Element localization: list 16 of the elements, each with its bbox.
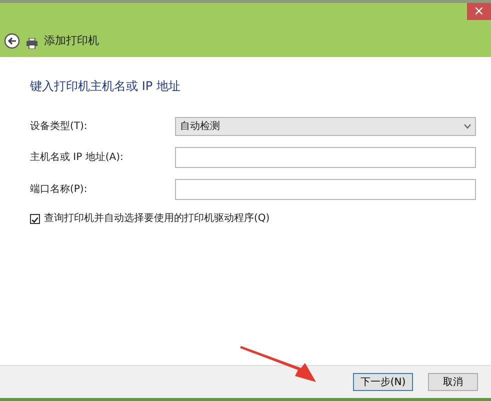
chevron-icon <box>464 124 471 129</box>
input-field[interactable] <box>175 179 476 200</box>
checkbox[interactable] <box>30 214 40 224</box>
dropdown[interactable]: 自动检测 <box>175 117 476 136</box>
printer-icon <box>26 38 38 49</box>
field-label: 端口名称(P): <box>30 182 88 197</box>
page-heading: 键入打印机主机名或 IP 地址 <box>30 78 182 95</box>
close-button[interactable]: × <box>467 3 491 20</box>
input-field[interactable] <box>175 147 476 168</box>
cancel-button[interactable]: 取消 <box>428 373 478 391</box>
next-button[interactable]: 下一步(N) <box>353 373 413 391</box>
window-title: 添加打印机 <box>44 32 99 48</box>
field-label: 设备类型(T): <box>30 120 88 134</box>
field-label: 主机名或 IP 地址(A): <box>30 150 124 165</box>
checkbox-label[interactable]: 查询打印机并自动选择要使用的打印机驱动程序(Q) <box>44 211 270 226</box>
back-icon[interactable] <box>4 33 20 49</box>
